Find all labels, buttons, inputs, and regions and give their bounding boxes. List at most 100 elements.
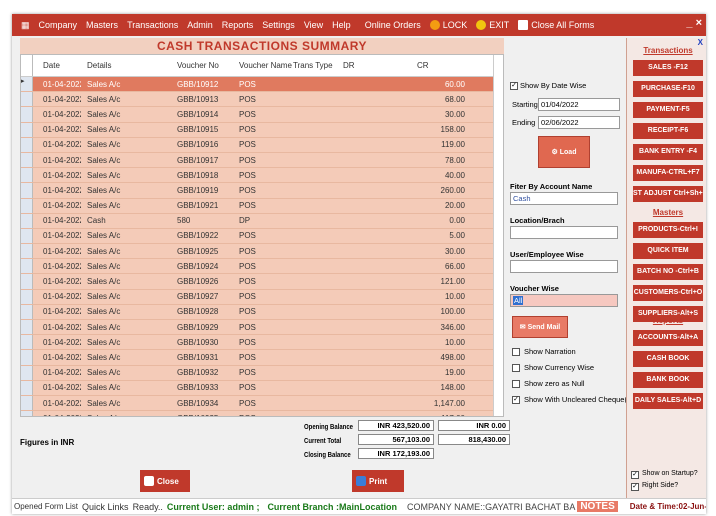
sidebar-button-bank-entry-f4[interactable]: BANK ENTRY -F4 [633,144,703,160]
show-uncleared-checkbox[interactable]: ✓ [512,396,520,404]
row-selector[interactable] [21,259,33,274]
row-selector[interactable] [21,350,33,365]
col-trans-type[interactable]: Trans Type [293,61,343,70]
col-cr[interactable]: CR [417,61,491,70]
sidebar-button-payment-f5[interactable]: PAYMENT-F5 [633,102,703,118]
row-selector[interactable] [21,228,33,244]
row-selector[interactable] [21,365,33,380]
col-voucher-name[interactable]: Voucher Name [229,61,293,70]
row-selector[interactable] [21,183,33,198]
table-row[interactable]: 01-04-2022Sales A/cGBB/10922POS5.000.00 [21,228,503,245]
col-dr[interactable]: DR [343,61,417,70]
show-startup-checkbox[interactable]: ✓ [631,471,639,479]
col-voucher-no[interactable]: Voucher No [177,61,229,70]
account-select[interactable]: Cash [510,192,618,205]
sidebar-button-sales-f12[interactable]: SALES -F12 [633,60,703,76]
quick-links-status[interactable]: Quick Links [82,502,129,512]
starting-date-input[interactable]: 01/04/2022 [538,98,620,111]
table-row[interactable]: 01-04-2022Sales A/cGBB/10931POS498.000.0… [21,350,503,366]
menu-transactions[interactable]: Transactions [127,20,178,30]
row-selector[interactable] [21,244,33,259]
table-row[interactable]: 01-04-2022Sales A/cGBB/10918POS40.000.00 [21,168,503,184]
col-details[interactable]: Details [81,61,177,70]
user-select[interactable] [510,260,618,273]
row-selector[interactable] [21,411,33,416]
table-row[interactable]: 01-04-2022Sales A/cGBB/10917POS78.000.00 [21,152,503,169]
menu-admin[interactable]: Admin [187,20,213,30]
print-button[interactable]: Print [352,470,404,492]
sidebar-button-receipt-f6[interactable]: RECEIPT-F6 [633,123,703,139]
table-row[interactable]: 01-04-2022Sales A/cGBB/10930POS10.000.00 [21,335,503,351]
menu-masters[interactable]: Masters [86,20,118,30]
sidebar-button-products-ctrl-i[interactable]: PRODUCTS-Ctrl+I [633,222,703,238]
show-by-date-checkbox[interactable]: ✓ [510,82,518,90]
menu-reports[interactable]: Reports [222,20,254,30]
table-row[interactable]: 01-04-2022Cash580DP0.00135.00 [21,213,503,229]
table-row[interactable]: 01-04-2022Sales A/cGBB/10924POS66.000.00 [21,259,503,275]
location-select[interactable] [510,226,618,239]
voucher-select[interactable]: All [510,294,618,307]
menu-company[interactable]: Company [39,20,78,30]
row-selector[interactable] [21,274,33,289]
row-selector[interactable] [21,137,33,152]
close-all-forms-button[interactable]: Close All Forms [518,20,594,31]
menu-settings[interactable]: Settings [262,20,295,30]
lock-button[interactable]: LOCK [429,20,467,31]
ending-date-input[interactable]: 02/06/2022 [538,116,620,129]
table-row[interactable]: 01-04-2022Sales A/cGBB/10915POS158.000.0… [21,122,503,138]
row-selector[interactable] [21,152,33,168]
sidebar-button-bank-book[interactable]: BANK BOOK [633,372,703,388]
row-selector[interactable]: ▸ [21,77,33,92]
row-selector[interactable] [21,380,33,395]
sidebar-button-st-adjust-ctrl-sh-f8[interactable]: ST ADJUST Ctrl+Sh+F8 [633,186,703,202]
menu-help[interactable]: Help [332,20,351,30]
row-selector[interactable] [21,107,33,122]
table-row[interactable]: 01-04-2022Sales A/cGBB/10929POS346.000.0… [21,320,503,336]
show-zero-checkbox[interactable] [512,380,520,388]
sidebar-button-customers-ctrl-o[interactable]: CUSTOMERS-Ctrl+O [633,285,703,301]
row-selector[interactable] [21,304,33,319]
table-row[interactable]: 01-04-2022Sales A/cGBB/10934POS1,147.000… [21,395,503,412]
menu-view[interactable]: View [304,20,323,30]
col-date[interactable]: Date [33,61,81,70]
table-row[interactable]: ▸01-04-2022Sales A/cGBB/10912POS60.000.0… [21,77,503,93]
table-row[interactable]: 01-04-2022Sales A/cGBB/10925POS30.000.00 [21,244,503,260]
show-narration-checkbox[interactable] [512,348,520,356]
table-row[interactable]: 01-04-2022Sales A/cGBB/10919POS260.000.0… [21,183,503,199]
table-row[interactable]: 01-04-2022Sales A/cGBB/10914POS30.000.00 [21,107,503,123]
table-row[interactable]: 01-04-2022Sales A/cGBB/10913POS68.000.00 [21,92,503,108]
sidebar-button-manufa-ctrl-f7[interactable]: MANUFA-CTRL+F7 [633,165,703,181]
sidebar-button-daily-sales-alt-d[interactable]: DAILY SALES-Alt+D [633,393,703,409]
row-selector[interactable] [21,168,33,183]
table-row[interactable]: 01-04-2022Sales A/cGBB/10916POS119.000.0… [21,137,503,153]
notes-button[interactable]: NOTES [577,501,618,512]
row-selector[interactable] [21,289,33,304]
row-selector[interactable] [21,213,33,228]
exit-button[interactable]: EXIT [476,20,509,31]
sidebar-button-quick-item[interactable]: QUICK ITEM [633,243,703,259]
table-row[interactable]: 01-04-2022Sales A/cGBB/10928POS100.000.0… [21,304,503,320]
table-row[interactable]: 01-04-2022Sales A/cGBB/10933POS148.000.0… [21,380,503,396]
vertical-scrollbar[interactable] [493,55,503,416]
table-row[interactable]: 01-04-2022Sales A/cGBB/10932POS19.000.00 [21,365,503,381]
row-selector[interactable] [21,198,33,213]
table-row[interactable]: 01-04-2022Sales A/cGBB/10921POS20.000.00 [21,198,503,214]
row-selector[interactable] [21,320,33,335]
window-controls[interactable]: _ × [686,17,702,29]
sidebar-button-cash-book[interactable]: CASH BOOK [633,351,703,367]
row-selector[interactable] [21,92,33,107]
row-selector[interactable] [21,395,33,411]
row-selector[interactable] [21,122,33,137]
show-currency-checkbox[interactable] [512,364,520,372]
row-selector[interactable] [21,335,33,350]
sidebar-button-batch-no-ctrl-b[interactable]: BATCH NO -Ctrl+B [633,264,703,280]
sidebar-button-accounts-alt-a[interactable]: ACCOUNTS-Alt+A [633,330,703,346]
table-row[interactable]: 01-04-2022Sales A/cGBB/10927POS10.000.00 [21,289,503,305]
table-row[interactable]: 01-04-2022Sales A/cGBB/10935POS117.000.0… [21,411,503,416]
send-mail-button[interactable]: ✉ Send Mail [512,316,568,338]
right-side-checkbox[interactable]: ✓ [631,483,639,491]
table-row[interactable]: 01-04-2022Sales A/cGBB/10926POS121.000.0… [21,274,503,290]
opened-form-list[interactable]: Opened Form List [14,502,78,511]
load-button[interactable]: ⚙ Load [538,136,590,168]
close-button[interactable]: Close [140,470,190,492]
